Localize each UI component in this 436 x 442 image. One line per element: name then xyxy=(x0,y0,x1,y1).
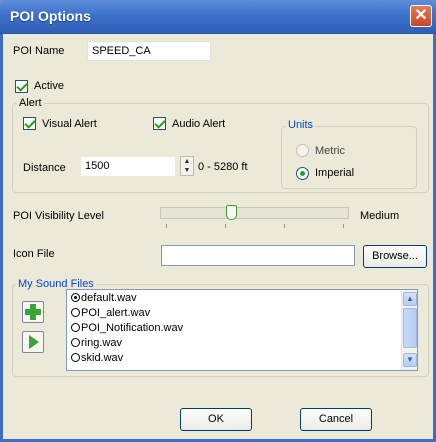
visual-alert-label: Visual Alert xyxy=(42,118,97,130)
window-title: POI Options xyxy=(10,8,91,24)
radio-dot-icon xyxy=(71,323,80,332)
play-sound-button[interactable] xyxy=(22,331,44,353)
slider-tick xyxy=(343,224,344,228)
spin-down-icon[interactable]: ▼ xyxy=(181,166,193,175)
distance-label: Distance xyxy=(23,162,66,174)
dialog-body: POI Name SPEED_CA Active Alert Visual Al… xyxy=(3,34,433,439)
add-sound-button[interactable] xyxy=(22,301,44,323)
scroll-up-button[interactable]: ▲ xyxy=(403,292,417,306)
units-imperial-radio[interactable] xyxy=(296,167,309,180)
list-item[interactable]: default.wav xyxy=(71,292,137,305)
slider-tick xyxy=(284,224,285,228)
poi-name-field[interactable]: SPEED_CA xyxy=(87,41,211,61)
units-metric-radio[interactable] xyxy=(296,144,309,157)
active-label: Active xyxy=(34,80,64,92)
radio-dot-icon xyxy=(71,293,80,302)
units-imperial-label: Imperial xyxy=(315,167,355,179)
visibility-slider-thumb[interactable] xyxy=(226,205,237,220)
scroll-down-button[interactable]: ▼ xyxy=(403,353,417,367)
poi-options-dialog: POI Options ✕ POI Name SPEED_CA Active A… xyxy=(0,0,436,442)
slider-tick xyxy=(225,224,226,228)
list-item[interactable]: POI_Notification.wav xyxy=(71,322,183,335)
sound-files-list[interactable]: default.wav POI_alert.wav POI_Notificati… xyxy=(66,289,418,371)
distance-field[interactable]: 1500 xyxy=(80,156,176,177)
spin-up-icon[interactable]: ▲ xyxy=(181,157,193,166)
scroll-thumb[interactable] xyxy=(403,308,417,348)
icon-file-field[interactable] xyxy=(161,245,355,266)
poi-name-label: POI Name xyxy=(13,45,65,57)
close-button[interactable]: ✕ xyxy=(410,5,432,27)
list-item[interactable]: skid.wav xyxy=(71,352,123,365)
visibility-slider-track[interactable] xyxy=(160,207,349,219)
visibility-label: POI Visibility Level xyxy=(13,210,104,222)
icon-file-label: Icon File xyxy=(13,248,55,260)
visual-alert-checkbox[interactable] xyxy=(23,117,36,130)
list-item[interactable]: ring.wav xyxy=(71,337,122,350)
radio-dot-icon xyxy=(71,308,80,317)
radio-dot-icon xyxy=(71,338,80,347)
list-item[interactable]: POI_alert.wav xyxy=(71,307,150,320)
play-icon xyxy=(29,335,39,349)
distance-spinner[interactable]: ▲ ▼ xyxy=(180,156,194,176)
slider-tick xyxy=(166,224,167,228)
radio-dot-icon xyxy=(71,353,80,362)
sound-list-scrollbar[interactable]: ▲ ▼ xyxy=(401,290,417,370)
chevron-down-icon: ▼ xyxy=(406,355,414,364)
alert-group-title: Alert xyxy=(17,97,44,109)
distance-range: 0 - 5280 ft xyxy=(198,161,248,173)
units-metric-label: Metric xyxy=(315,145,345,157)
audio-alert-label: Audio Alert xyxy=(172,118,226,130)
title-bar[interactable]: POI Options ✕ xyxy=(0,0,436,34)
browse-button[interactable]: Browse... xyxy=(363,245,427,268)
ok-button[interactable]: OK xyxy=(180,408,252,431)
active-checkbox[interactable] xyxy=(15,80,28,93)
units-group-title: Units xyxy=(286,119,316,131)
plus-icon xyxy=(25,304,41,320)
visibility-value: Medium xyxy=(360,210,400,222)
cancel-button[interactable]: Cancel xyxy=(300,408,372,431)
audio-alert-checkbox[interactable] xyxy=(153,117,166,130)
close-icon: ✕ xyxy=(414,7,428,24)
chevron-up-icon: ▲ xyxy=(406,294,414,303)
